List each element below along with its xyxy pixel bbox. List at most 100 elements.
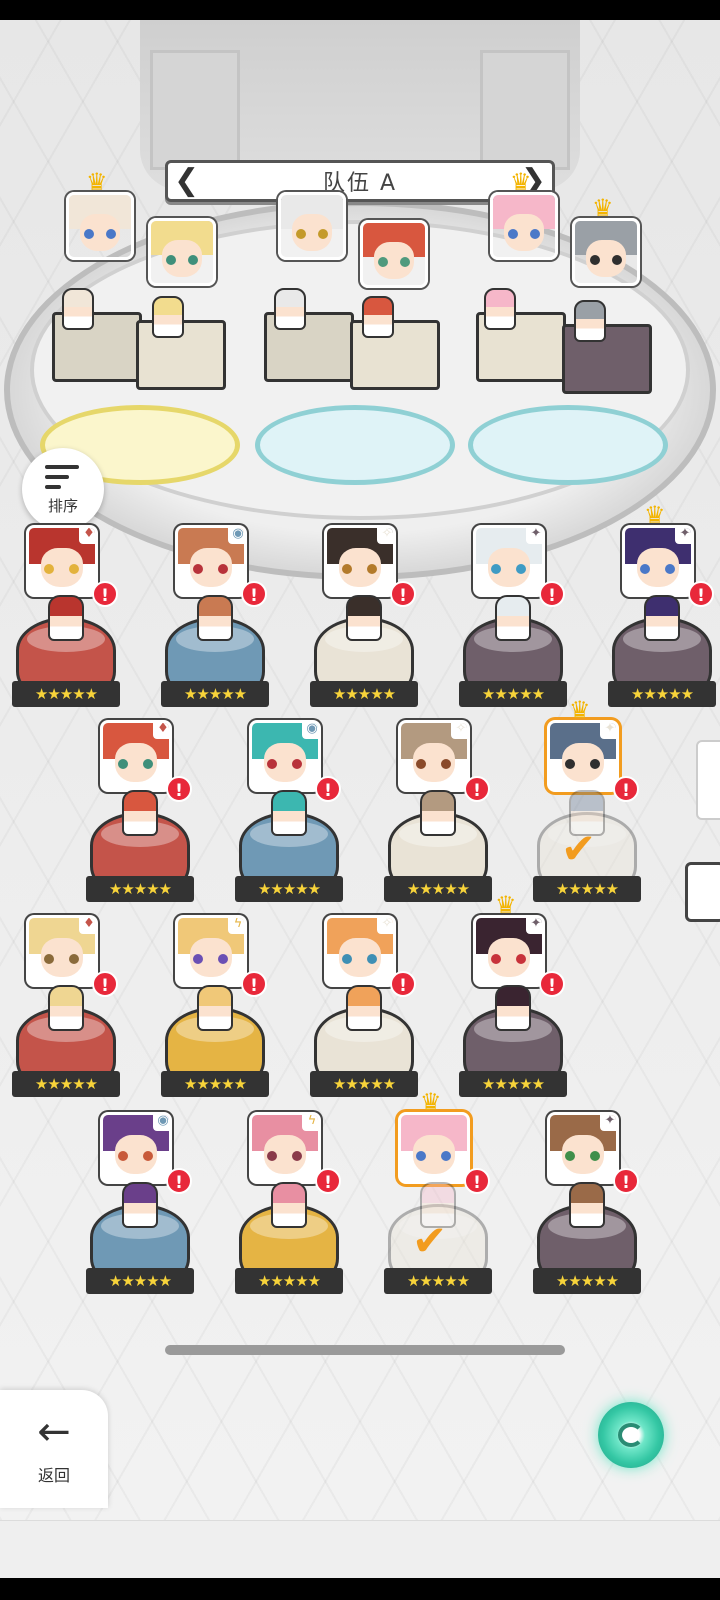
hero-portrait[interactable]: ◉ [100, 1112, 172, 1184]
hero-portrait[interactable]: ◉ [175, 525, 247, 597]
team-pad-2 [255, 405, 455, 485]
leader-crown-icon: ♛ [86, 168, 108, 196]
hero-card[interactable]: ✧! ★★★★★ [384, 720, 494, 910]
hero-card[interactable]: ◉! ★★★★★ [86, 1112, 196, 1302]
hero-portrait[interactable]: ◉ [249, 720, 321, 792]
element-badge-icon: ✦ [526, 918, 542, 934]
hero-chibi-sprite [495, 595, 531, 641]
hero-face [281, 195, 343, 257]
hero-portrait[interactable]: ♦ [26, 525, 98, 597]
alert-badge-icon: ! [464, 776, 490, 802]
hero-chibi-sprite [644, 595, 680, 641]
back-label: 返回 [37, 1466, 70, 1485]
element-badge-icon: ✧ [377, 918, 393, 934]
element-badge-icon: ✧ [451, 723, 467, 739]
element-badge-icon: ✦ [675, 528, 691, 544]
star-rating: ★★★★★ [161, 1071, 269, 1097]
element-badge-icon: ϟ [228, 918, 244, 934]
roster-scrollbar[interactable] [165, 1345, 565, 1355]
auto-formation-orb-button[interactable] [598, 1402, 664, 1468]
sort-label: 排序 [47, 496, 78, 515]
hero-portrait[interactable]: ✧ [324, 915, 396, 987]
hero-face [493, 195, 555, 257]
hero-card[interactable]: ◉! ★★★★★ [235, 720, 345, 910]
hero-chibi-sprite [569, 1182, 605, 1228]
team-chibi-sprite[interactable] [62, 288, 94, 330]
team-chibi-sprite[interactable] [152, 296, 184, 338]
hero-card[interactable]: ✦ ♛! ★★★★★ ✔ [533, 698, 643, 910]
alert-badge-icon: ! [390, 581, 416, 607]
hero-card[interactable]: ✦ ♛! ★★★★★ [459, 893, 569, 1105]
hero-face [401, 1115, 467, 1181]
team-chibi-sprite[interactable] [574, 300, 606, 342]
hero-portrait[interactable] [398, 1112, 470, 1184]
team-chibi-sprite[interactable] [362, 296, 394, 338]
leader-crown-icon: ♛ [569, 696, 591, 724]
hero-portrait[interactable]: ✦ [547, 1112, 619, 1184]
hero-chibi-sprite [346, 985, 382, 1031]
team-member-portrait[interactable] [572, 218, 640, 286]
team-member-portrait[interactable] [490, 192, 558, 260]
hero-chibi-sprite [197, 595, 233, 641]
sort-button[interactable]: 排序 [22, 448, 104, 530]
hero-portrait[interactable]: ♦ [26, 915, 98, 987]
hero-chibi-sprite [122, 1182, 158, 1228]
status-bar-bottom [0, 1578, 720, 1600]
team-member-portrait[interactable] [360, 220, 428, 288]
hero-chibi-sprite [197, 985, 233, 1031]
hero-chibi-sprite [48, 985, 84, 1031]
hero-portrait[interactable]: ✦ [473, 525, 545, 597]
alert-badge-icon: ! [92, 581, 118, 607]
hero-card[interactable]: ✦ ♛! ★★★★★ [608, 503, 718, 715]
back-button[interactable]: ← 返回 [0, 1390, 108, 1508]
partial-hero-card[interactable] [685, 862, 720, 922]
hero-chibi-sprite [271, 790, 307, 836]
hero-card[interactable]: ♛! ★★★★★ ✔ [384, 1090, 494, 1302]
prev-team-button[interactable]: ❮ [174, 166, 199, 196]
hero-portrait[interactable]: ♦ [100, 720, 172, 792]
hero-portrait[interactable]: ϟ [175, 915, 247, 987]
hero-card[interactable]: ♦! ★★★★★ [86, 720, 196, 910]
element-badge-icon: ϟ [302, 1115, 318, 1131]
hero-card[interactable]: ♦! ★★★★★ [12, 525, 122, 715]
partial-hero-card[interactable] [696, 740, 720, 820]
hero-card[interactable]: ◉! ★★★★★ [161, 525, 271, 715]
team-member-portrait[interactable] [278, 192, 346, 260]
star-rating: ★★★★★ [86, 1268, 194, 1294]
hero-chibi-sprite [122, 790, 158, 836]
hero-portrait[interactable]: ✦ [547, 720, 619, 792]
team-chibi-sprite[interactable] [274, 288, 306, 330]
hero-portrait[interactable]: ✦ [622, 525, 694, 597]
hero-card[interactable]: ϟ! ★★★★★ [161, 915, 271, 1105]
hero-portrait[interactable]: ✧ [324, 525, 396, 597]
hero-portrait[interactable]: ✦ [473, 915, 545, 987]
star-rating: ★★★★★ [459, 681, 567, 707]
element-badge-icon: ✦ [600, 1115, 616, 1131]
team-member-portrait[interactable] [148, 218, 216, 286]
hero-card[interactable]: ✦! ★★★★★ [459, 525, 569, 715]
hero-card[interactable]: ✦! ★★★★★ [533, 1112, 643, 1302]
hero-card[interactable]: ✧! ★★★★★ [310, 915, 420, 1105]
hero-portrait[interactable]: ✧ [398, 720, 470, 792]
star-rating: ★★★★★ [12, 681, 120, 707]
hero-chibi-sprite [271, 1182, 307, 1228]
leader-crown-icon: ♛ [495, 891, 517, 919]
team-chibi-sprite[interactable] [484, 288, 516, 330]
hero-card[interactable]: ϟ! ★★★★★ [235, 1112, 345, 1302]
selected-check-icon: ✔ [561, 824, 597, 873]
alert-badge-icon: ! [92, 971, 118, 997]
leader-crown-icon: ♛ [592, 194, 614, 222]
element-badge-icon: ◉ [153, 1115, 169, 1131]
alert-badge-icon: ! [539, 581, 565, 607]
alert-badge-icon: ! [390, 971, 416, 997]
hero-portrait[interactable]: ϟ [249, 1112, 321, 1184]
hero-card[interactable]: ♦! ★★★★★ [12, 915, 122, 1105]
arena-pillar [480, 50, 570, 170]
element-badge-icon: ◉ [228, 528, 244, 544]
back-arrow-icon: ← [37, 1409, 71, 1455]
alert-badge-icon: ! [166, 1168, 192, 1194]
team-member-portrait[interactable] [66, 192, 134, 260]
hero-card[interactable]: ✧! ★★★★★ [310, 525, 420, 715]
star-rating: ★★★★★ [161, 681, 269, 707]
star-rating: ★★★★★ [12, 1071, 120, 1097]
